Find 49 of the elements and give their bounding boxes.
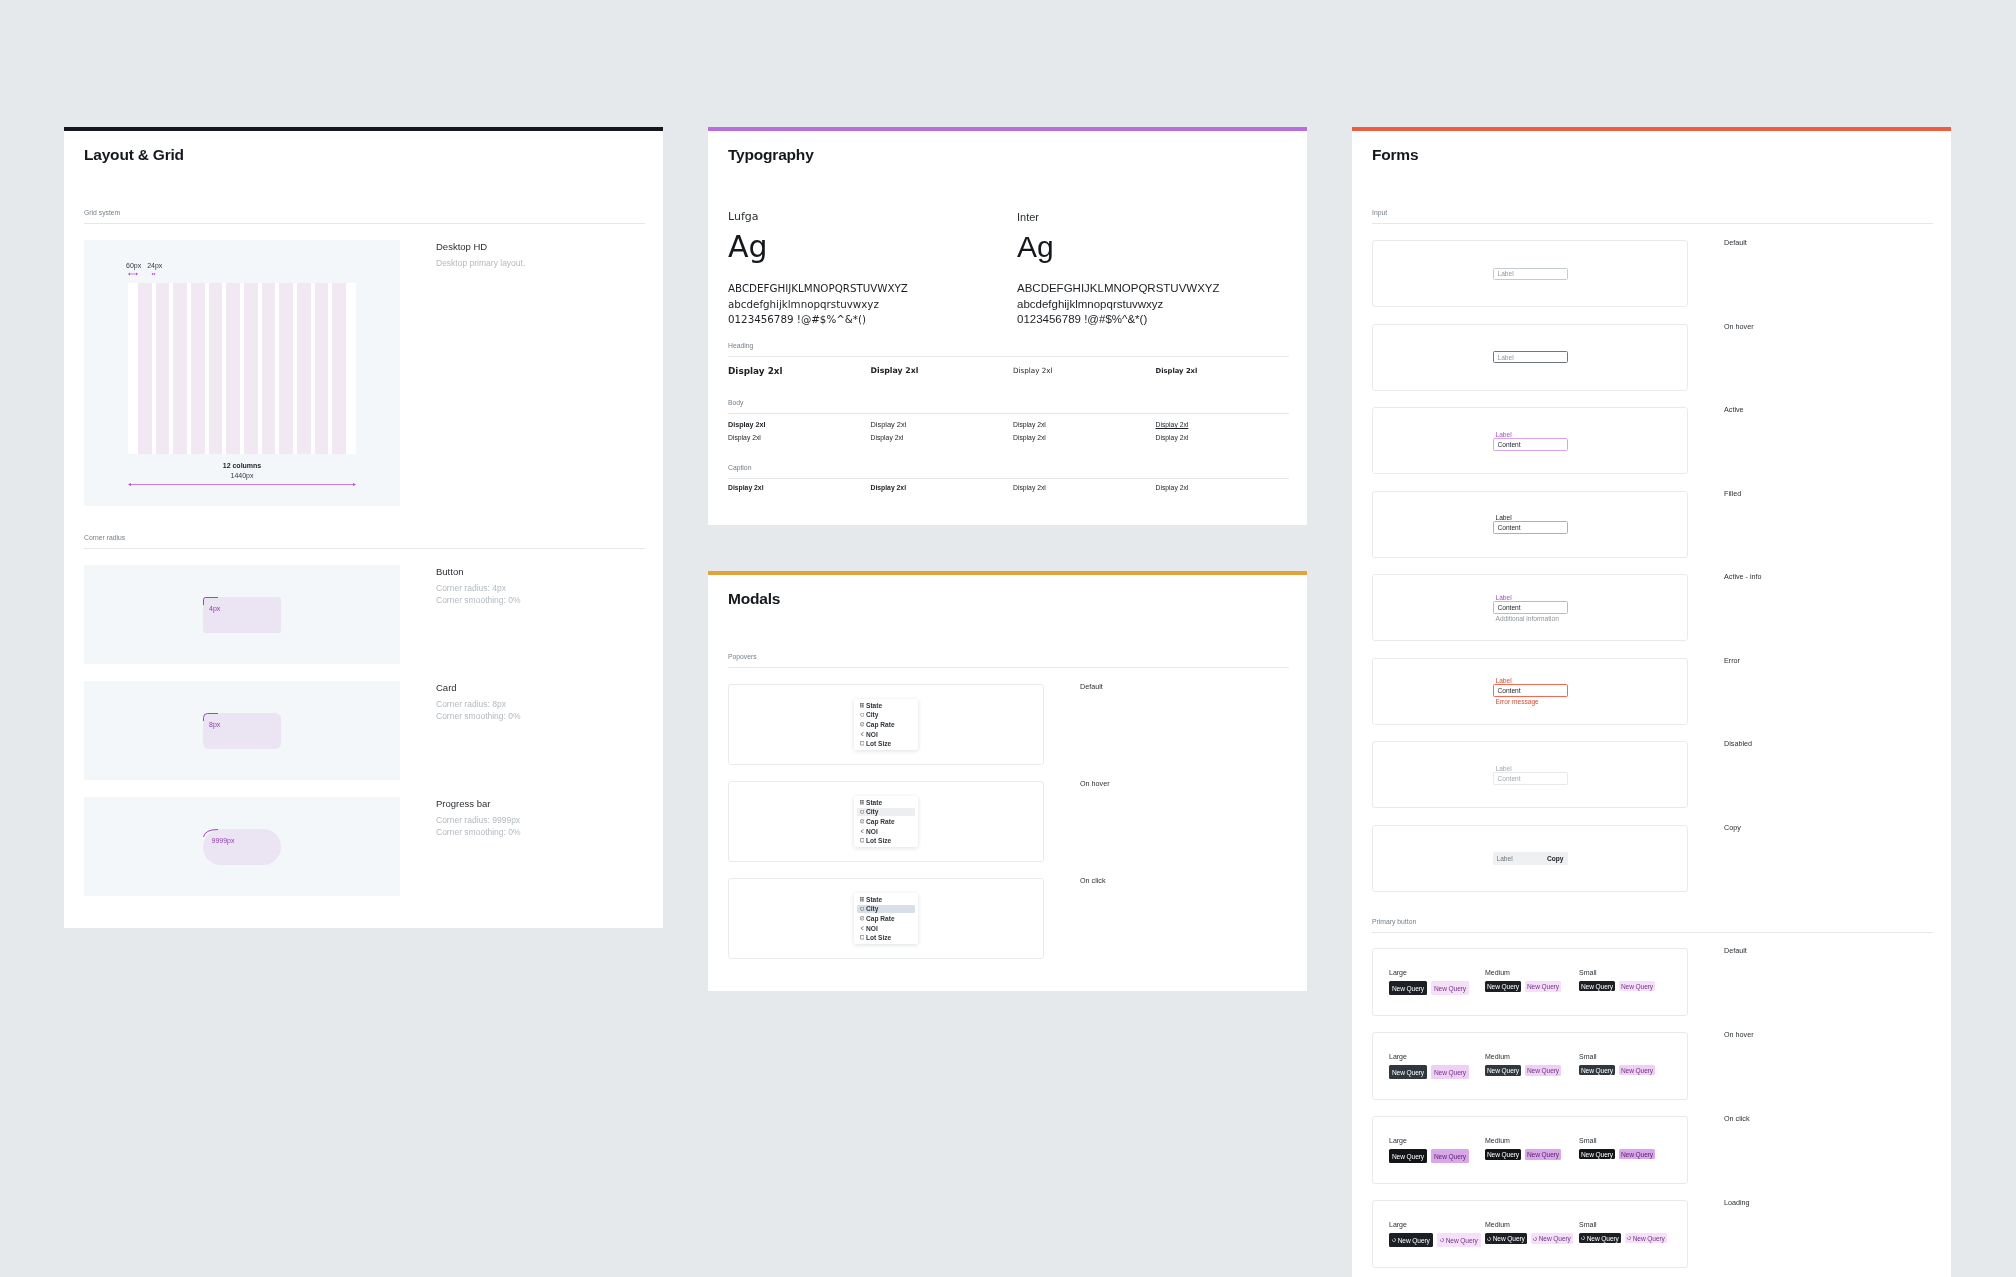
- percent-circle-icon: [859, 819, 864, 824]
- layout-description: Desktop primary layout.: [436, 257, 526, 269]
- character-set-line: 0123456789 !@#$%^&*(): [728, 312, 866, 327]
- character-set-line: 0123456789 !@#$%^&*(): [1017, 312, 1148, 327]
- panel-title: Modals: [728, 589, 781, 609]
- font-sample: Ag: [1017, 231, 1054, 263]
- layout-name: Desktop HD: [436, 241, 488, 253]
- percent-circle-icon: [859, 722, 864, 727]
- radius-detail: Corner smoothing: 0%: [436, 826, 521, 838]
- character-set-line: ABCDEFGHIJKLMNOPQRSTUVWXYZ: [1017, 281, 1220, 296]
- character-set-line: ABCDEFGHIJKLMNOPQRSTUVWXYZ: [728, 281, 908, 296]
- margin-dimension-arrow: [128, 272, 138, 276]
- spinner-icon: [1440, 1238, 1445, 1243]
- component-name: Button: [436, 566, 464, 578]
- chevron-icon: [859, 828, 864, 834]
- radius-detail: Corner smoothing: 0%: [436, 710, 521, 722]
- pin-icon: [859, 809, 864, 815]
- panel-title: Typography: [728, 145, 814, 165]
- panel-title: Layout & Grid: [84, 145, 184, 165]
- spinner-icon: [1487, 1236, 1492, 1241]
- percent-circle-icon: [859, 916, 864, 921]
- spinner-icon: [1533, 1236, 1538, 1241]
- radius-detail: Corner radius: 4px: [436, 582, 506, 594]
- type-sample: Display 2xl: [728, 365, 783, 377]
- character-set-line: abcdefghijklmnopqrstuvwxyz: [1017, 296, 1164, 312]
- chevron-icon: [859, 925, 864, 931]
- font-sample: Ag: [728, 231, 768, 263]
- panel-title: Forms: [1372, 145, 1419, 165]
- grid-icon: [859, 703, 864, 708]
- component-name: Card: [436, 682, 457, 694]
- chevron-icon: [859, 731, 864, 737]
- radius-detail: Corner radius: 8px: [436, 698, 506, 710]
- pin-icon: [859, 906, 864, 912]
- font-name: Lufga: [728, 210, 759, 224]
- spinner-icon: [1392, 1238, 1397, 1243]
- gutter-dimension-arrow: [151, 272, 156, 276]
- radius-detail: Corner smoothing: 0%: [436, 594, 521, 606]
- grid-icon: [859, 800, 864, 805]
- character-set-line: abcdefghijklmnopqrstuvwxyz: [728, 296, 879, 312]
- corner-arc-icon: [203, 712, 218, 721]
- component-name: Progress bar: [436, 798, 491, 810]
- pin-icon: [859, 712, 864, 718]
- spinner-icon: [1627, 1236, 1632, 1241]
- radius-detail: Corner radius: 9999px: [436, 814, 521, 826]
- corner-arc-icon: [203, 828, 218, 837]
- font-name: Inter: [1017, 210, 1039, 224]
- corner-arc-icon: [203, 596, 218, 605]
- grid-icon: [859, 897, 864, 902]
- spinner-icon: [1581, 1236, 1586, 1241]
